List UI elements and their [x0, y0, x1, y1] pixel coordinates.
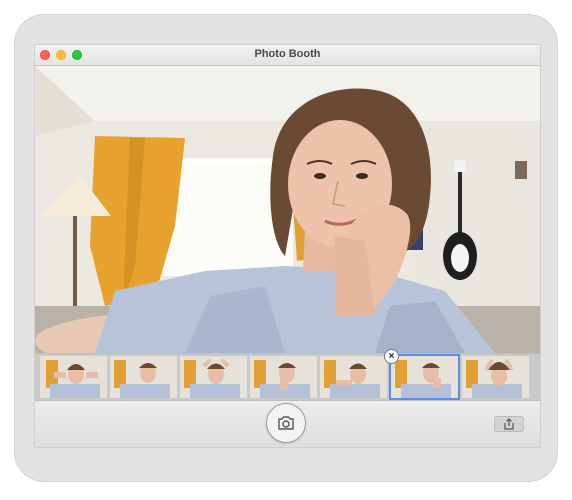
film-strip[interactable]: ×: [35, 350, 540, 401]
photo-thumbnail-image: [320, 356, 387, 398]
camera-icon: [278, 416, 294, 430]
photo-thumbnail-image: [391, 356, 458, 398]
photo-thumbnail-image: [180, 356, 247, 398]
close-icon: ×: [388, 351, 395, 362]
photo-thumbnail[interactable]: [180, 356, 247, 398]
bottom-toolbar: [35, 401, 540, 447]
window-title: Photo Booth: [254, 48, 321, 60]
camera-preview-image: [35, 66, 540, 353]
photo-thumbnail[interactable]: [320, 356, 387, 398]
photo-thumbnail[interactable]: [462, 356, 529, 398]
share-button[interactable]: [494, 416, 524, 432]
photo-thumbnail[interactable]: [250, 356, 317, 398]
camera-preview: [35, 66, 540, 353]
photo-thumbnail-image: [462, 356, 529, 398]
photo-thumbnail-image: [40, 356, 107, 398]
photo-booth-window: Photo Booth ×: [34, 44, 541, 448]
remove-photo-button[interactable]: ×: [385, 350, 398, 363]
photo-thumbnail-selected[interactable]: [391, 356, 458, 398]
photo-thumbnail-image: [110, 356, 177, 398]
share-icon: [504, 418, 514, 430]
photo-thumbnail[interactable]: [40, 356, 107, 398]
take-photo-button[interactable]: [266, 403, 306, 443]
title-bar[interactable]: Photo Booth: [35, 45, 540, 66]
photo-thumbnail-image: [250, 356, 317, 398]
photo-thumbnail[interactable]: [110, 356, 177, 398]
